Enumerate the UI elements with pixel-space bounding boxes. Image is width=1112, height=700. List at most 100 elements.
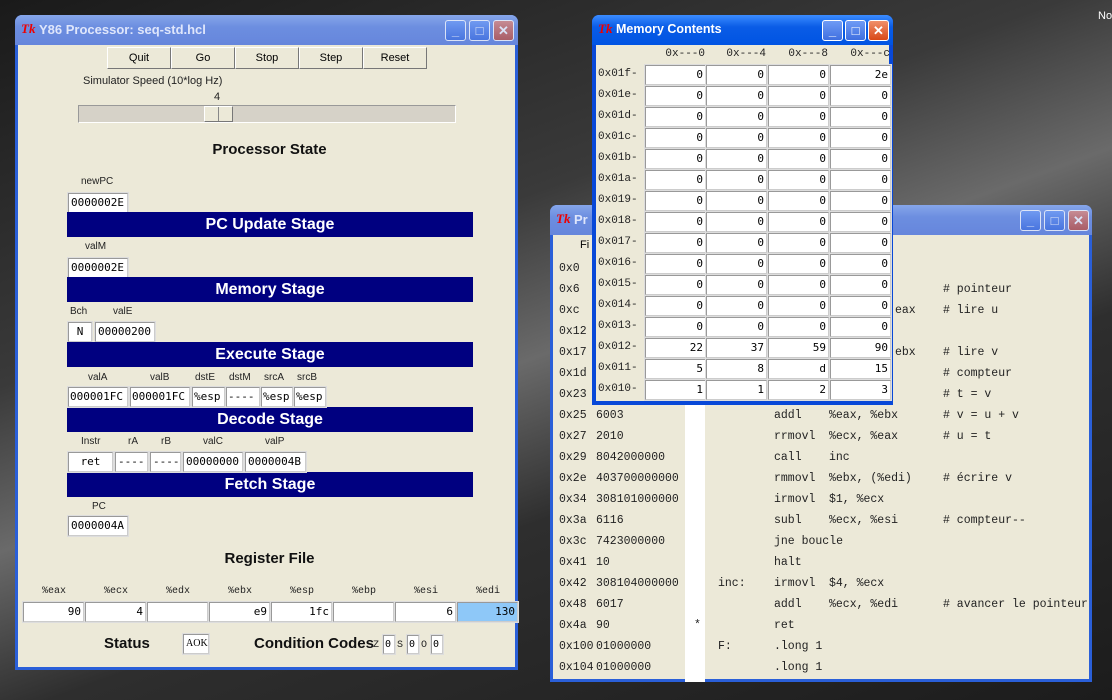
code-addr: 0x12	[559, 325, 587, 338]
memory-cell: 0	[644, 64, 707, 86]
speed-value: 4	[214, 91, 221, 103]
register-ebp-label: %ebp	[351, 586, 376, 597]
memory-cell: 0	[644, 253, 707, 275]
minimize-button[interactable]: _	[822, 20, 843, 41]
code-addr: 0x42	[559, 577, 587, 590]
speed-slider-thumb[interactable]	[203, 106, 233, 122]
memory-row-address: 0x015-	[598, 278, 638, 290]
status-label: Status	[104, 635, 150, 652]
code-operand: %ecx, %edi	[829, 598, 899, 611]
tk-logo-icon: Tk	[598, 21, 613, 36]
code-line[interactable]: 0x41 10 halt	[553, 556, 1093, 576]
code-line[interactable]: 0x104 01000000 .long 1	[553, 661, 1093, 681]
code-code: 2010	[596, 430, 624, 443]
code-addr: 0x23	[559, 388, 587, 401]
memory-cell: 0	[644, 169, 707, 191]
fetch-Instr-label: Instr	[81, 436, 101, 447]
memory-title-bar[interactable]: Tk Memory Contents _ □ ✕	[592, 15, 893, 45]
code-line[interactable]: 0x4a 90 * ret	[553, 619, 1093, 639]
memory-cell: 0	[767, 148, 830, 170]
minimize-button[interactable]: _	[1020, 210, 1041, 231]
memory-cell: 0	[767, 316, 830, 338]
maximize-button[interactable]: □	[845, 20, 866, 41]
code-line[interactable]: 0x100 01000000 F: .long 1	[553, 640, 1093, 660]
code-addr: 0x3c	[559, 535, 587, 548]
code-addr: 0x104	[559, 661, 594, 674]
decode-srcA-label: srcA	[264, 372, 284, 383]
speed-slider[interactable]	[78, 105, 456, 123]
memory-column-header: 0x---8	[788, 48, 828, 60]
close-button[interactable]: ✕	[493, 20, 514, 41]
memory-cell: 0	[644, 190, 707, 212]
code-label: inc:	[718, 577, 746, 590]
memory-cell: 0	[705, 211, 768, 233]
register-ecx-field: 4	[84, 601, 147, 623]
code-line[interactable]: 0x25 6003 addl %eax, %ebx # v = u + v	[553, 409, 1093, 429]
memory-cell: 0	[829, 253, 892, 275]
code-addr: 0x17	[559, 346, 587, 359]
step-button[interactable]: Step	[299, 47, 363, 69]
memory-row-address: 0x019-	[598, 194, 638, 206]
code-line[interactable]: 0x29 8042000000 call inc	[553, 451, 1093, 471]
memory-cell: 0	[644, 232, 707, 254]
code-addr: 0xc	[559, 304, 580, 317]
code-addr: 0x100	[559, 640, 594, 653]
reset-button[interactable]: Reset	[363, 47, 427, 69]
maximize-button[interactable]: □	[1044, 210, 1065, 231]
code-addr: 0x34	[559, 493, 587, 506]
processor-title-bar[interactable]: Tk Y86 Processor: seq-std.hcl _ □ ✕	[15, 15, 518, 45]
code-code: 90	[596, 619, 610, 632]
cc-S-field: 0	[406, 634, 420, 655]
memory-cell: 0	[829, 106, 892, 128]
memory-cell: 0	[767, 106, 830, 128]
code-line[interactable]: 0x2e 403700000000 rmmovl %ebx, (%edi) # écri…	[553, 472, 1093, 492]
code-label: F:	[718, 640, 732, 653]
code-tail: ebx	[895, 346, 916, 359]
stop-button[interactable]: Stop	[235, 47, 299, 69]
code-comment: # pointeur	[943, 283, 1013, 296]
code-instr: addl	[774, 598, 802, 611]
memory-cell: d	[767, 358, 830, 380]
file-menu[interactable]: Fi	[580, 239, 589, 251]
fetch-Instr-field: ret	[67, 451, 114, 473]
fetch-stage-header: Fetch Stage	[67, 472, 473, 497]
code-mark: *	[694, 619, 701, 632]
register-edx-label: %edx	[165, 586, 190, 597]
code-line[interactable]: 0x34 308101000000 irmovl $1, %ecx	[553, 493, 1093, 513]
register-esi-label: %esi	[413, 586, 438, 597]
fetch-rA-label: rA	[128, 436, 138, 447]
quit-button[interactable]: Quit	[107, 47, 171, 69]
memory-cell: 2	[767, 379, 830, 401]
code-addr: 0x29	[559, 451, 587, 464]
window-title: Memory Contents	[616, 22, 722, 36]
code-comment: # lire v	[943, 346, 999, 359]
memory-row-address: 0x012-	[598, 341, 638, 353]
close-button[interactable]: ✕	[868, 20, 889, 41]
close-button[interactable]: ✕	[1068, 210, 1089, 231]
cc-O-label: O	[421, 640, 428, 651]
code-instr: .long 1	[774, 661, 823, 674]
go-button[interactable]: Go	[171, 47, 235, 69]
minimize-button[interactable]: _	[445, 20, 466, 41]
code-line[interactable]: 0x3a 6116 subl %ecx, %esi # compteur--	[553, 514, 1093, 534]
memory-cell: 90	[829, 337, 892, 359]
code-operand: %ebx, (%edi)	[829, 472, 912, 485]
maximize-button[interactable]: □	[469, 20, 490, 41]
code-addr: 0x48	[559, 598, 587, 611]
code-line[interactable]: 0x48 6017 addl %ecx, %edi # avancer le point…	[553, 598, 1093, 618]
fetch-valP-label: valP	[265, 436, 285, 447]
memory-cell: 0	[705, 232, 768, 254]
code-line[interactable]: 0x27 2010 rrmovl %ecx, %eax # u = t	[553, 430, 1093, 450]
code-code: 10	[596, 556, 610, 569]
code-line[interactable]: 0x42 308104000000 inc: irmovl $4, %ecx	[553, 577, 1093, 597]
memory-cell: 0	[767, 85, 830, 107]
memory-cell: 0	[829, 274, 892, 296]
decode-valB-label: valB	[150, 372, 170, 383]
code-line[interactable]: 0x3c 7423000000 jne boucle	[553, 535, 1093, 555]
memory-cell: 1	[644, 379, 707, 401]
memory-cell: 0	[644, 274, 707, 296]
fetch-rA-field: ----	[114, 451, 149, 473]
memory-contents-window: Tk Memory Contents _ □ ✕ 0x---0 0x---4 0x--…	[592, 15, 893, 405]
code-operand: inc	[829, 451, 850, 464]
fetch-valP-field: 0000004B	[244, 451, 307, 473]
